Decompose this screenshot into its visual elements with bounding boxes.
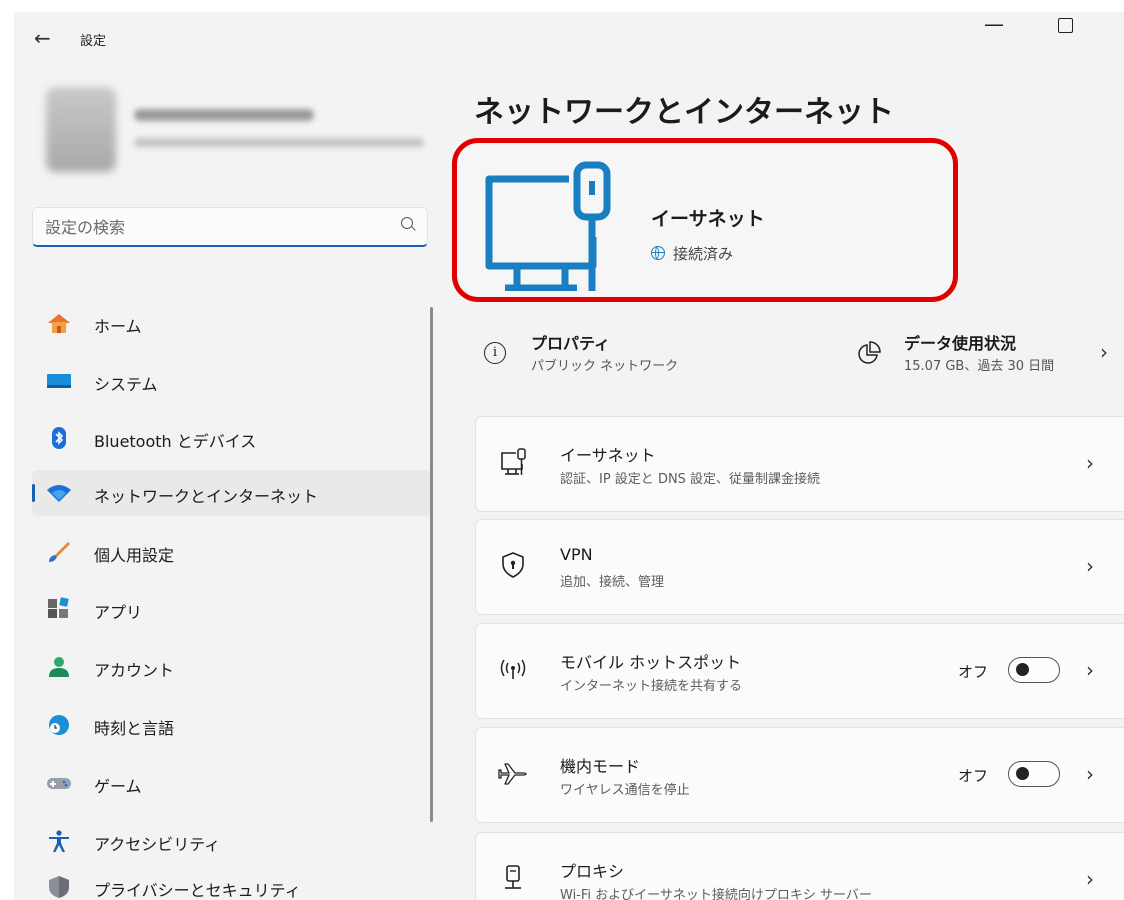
sidebar-item-bluetooth[interactable]: Bluetooth とデバイス bbox=[32, 415, 430, 461]
vpn-shield-icon bbox=[502, 552, 524, 578]
card-title: モバイル ホットスポット bbox=[560, 653, 742, 672]
ethernet-settings-card[interactable]: イーサネット 認証、IP 設定と DNS 設定、従量制課金接続 › bbox=[475, 416, 1124, 512]
minimize-button[interactable]: — bbox=[984, 12, 1004, 36]
active-indicator bbox=[32, 484, 35, 502]
card-subtitle: Wi-Fi およびイーサネット接続向けプロキシ サーバー bbox=[560, 888, 872, 900]
maximize-button[interactable] bbox=[1058, 18, 1073, 33]
card-title: 機内モード bbox=[560, 757, 641, 776]
ethernet-monitor-icon bbox=[485, 161, 611, 291]
data-usage-link[interactable]: データ使用状況 15.07 GB、過去 30 日間 › bbox=[856, 320, 1112, 380]
home-icon bbox=[48, 314, 70, 333]
sidebar-item-label: アクセシビリティ bbox=[94, 835, 221, 854]
sidebar-item-personalization[interactable]: 個人用設定 bbox=[32, 529, 430, 575]
sidebar-item-accessibility[interactable]: アクセシビリティ bbox=[32, 818, 430, 864]
toggle-knob bbox=[1016, 663, 1029, 676]
card-title: VPN bbox=[560, 545, 593, 564]
card-subtitle: 追加、接続、管理 bbox=[560, 575, 665, 590]
chevron-right-icon: › bbox=[1100, 340, 1108, 364]
chevron-right-icon: › bbox=[1086, 658, 1094, 682]
settings-window: ← 設定 — ホーム システム Bluetooth とデバイス bbox=[14, 12, 1124, 900]
bluetooth-icon bbox=[52, 427, 66, 449]
sidebar-item-system[interactable]: システム bbox=[32, 358, 430, 404]
user-name-blurred bbox=[134, 109, 314, 121]
system-icon bbox=[47, 374, 71, 388]
data-usage-title: データ使用状況 bbox=[904, 334, 1017, 353]
gamepad-icon bbox=[47, 778, 71, 789]
properties-title: プロパティ bbox=[531, 334, 611, 353]
hotspot-toggle[interactable] bbox=[1008, 657, 1060, 683]
accessibility-icon bbox=[49, 830, 69, 852]
connection-status: 接続済み bbox=[651, 243, 733, 264]
card-subtitle: インターネット接続を共有する bbox=[560, 679, 743, 694]
chevron-right-icon: › bbox=[1086, 451, 1094, 475]
airplane-mode-card[interactable]: 機内モード ワイヤレス通信を停止 オフ › bbox=[475, 727, 1124, 823]
card-subtitle: ワイヤレス通信を停止 bbox=[560, 783, 690, 798]
app-title: 設定 bbox=[80, 34, 107, 49]
wifi-icon bbox=[47, 485, 71, 502]
chevron-right-icon: › bbox=[1086, 762, 1094, 786]
back-arrow-icon[interactable]: ← bbox=[34, 26, 51, 50]
avatar[interactable] bbox=[46, 87, 116, 172]
user-email-blurred bbox=[134, 138, 424, 147]
proxy-card[interactable]: プロキシ Wi-Fi およびイーサネット接続向けプロキシ サーバー › bbox=[475, 832, 1124, 900]
sidebar-item-label: システム bbox=[94, 375, 158, 394]
sidebar-item-label: ゲーム bbox=[94, 777, 142, 796]
data-usage-subtitle: 15.07 GB、過去 30 日間 bbox=[904, 359, 1055, 374]
toggle-knob bbox=[1016, 767, 1029, 780]
search-icon[interactable] bbox=[401, 217, 413, 229]
vpn-card[interactable]: VPN 追加、接続、管理 › bbox=[475, 519, 1124, 615]
sidebar-item-label: アプリ bbox=[94, 603, 143, 622]
info-icon: i bbox=[484, 342, 506, 364]
chevron-right-icon: › bbox=[1086, 554, 1094, 578]
mobile-hotspot-card[interactable]: モバイル ホットスポット インターネット接続を共有する オフ › bbox=[475, 623, 1124, 719]
shield-icon bbox=[49, 876, 69, 898]
sidebar-item-label: プライバシーとセキュリティ bbox=[94, 881, 301, 900]
sidebar-item-label: ホーム bbox=[94, 317, 142, 336]
apps-icon bbox=[48, 597, 69, 618]
connection-status-text: 接続済み bbox=[673, 245, 734, 263]
globe-icon bbox=[651, 246, 665, 260]
pie-chart-icon bbox=[858, 341, 881, 364]
sidebar-item-label: Bluetooth とデバイス bbox=[94, 432, 257, 451]
page-title: ネットワークとインターネット bbox=[474, 95, 894, 130]
card-title: イーサネット bbox=[560, 446, 656, 465]
toggle-state-label: オフ bbox=[958, 663, 989, 681]
properties-subtitle: パブリック ネットワーク bbox=[531, 359, 679, 374]
sidebar-item-time-language[interactable]: 時刻と言語 bbox=[32, 702, 430, 748]
hotspot-icon bbox=[500, 659, 526, 679]
ethernet-status-highlight: イーサネット 接続済み bbox=[452, 138, 958, 302]
airplane-icon bbox=[498, 763, 527, 785]
proxy-icon bbox=[505, 865, 521, 889]
sidebar-item-label: アカウント bbox=[94, 661, 175, 680]
properties-link[interactable]: i プロパティ パブリック ネットワーク bbox=[484, 320, 784, 380]
clock-globe-icon bbox=[49, 715, 69, 735]
sidebar-scrollbar[interactable] bbox=[430, 307, 433, 822]
connection-name: イーサネット bbox=[651, 208, 765, 230]
search-box[interactable] bbox=[32, 207, 428, 247]
chevron-right-icon: › bbox=[1086, 867, 1094, 891]
toggle-state-label: オフ bbox=[958, 767, 989, 785]
card-subtitle: 認証、IP 設定と DNS 設定、従量制課金接続 bbox=[560, 472, 821, 487]
sidebar-item-accounts[interactable]: アカウント bbox=[32, 644, 430, 690]
card-title: プロキシ bbox=[560, 862, 625, 881]
brush-icon bbox=[49, 542, 70, 562]
sidebar-item-label: ネットワークとインターネット bbox=[94, 487, 319, 506]
sidebar-item-gaming[interactable]: ゲーム bbox=[32, 760, 430, 806]
sidebar-item-privacy[interactable]: プライバシーとセキュリティ bbox=[32, 864, 430, 900]
sidebar-item-label: 個人用設定 bbox=[94, 546, 175, 565]
sidebar-item-apps[interactable]: アプリ bbox=[32, 586, 430, 632]
account-icon bbox=[49, 657, 69, 677]
search-input[interactable] bbox=[43, 214, 387, 240]
sidebar-item-home[interactable]: ホーム bbox=[32, 300, 430, 346]
sidebar-item-label: 時刻と言語 bbox=[94, 719, 175, 738]
ethernet-icon bbox=[501, 448, 526, 475]
sidebar-item-network[interactable]: ネットワークとインターネット bbox=[32, 470, 430, 516]
airplane-mode-toggle[interactable] bbox=[1008, 761, 1060, 787]
